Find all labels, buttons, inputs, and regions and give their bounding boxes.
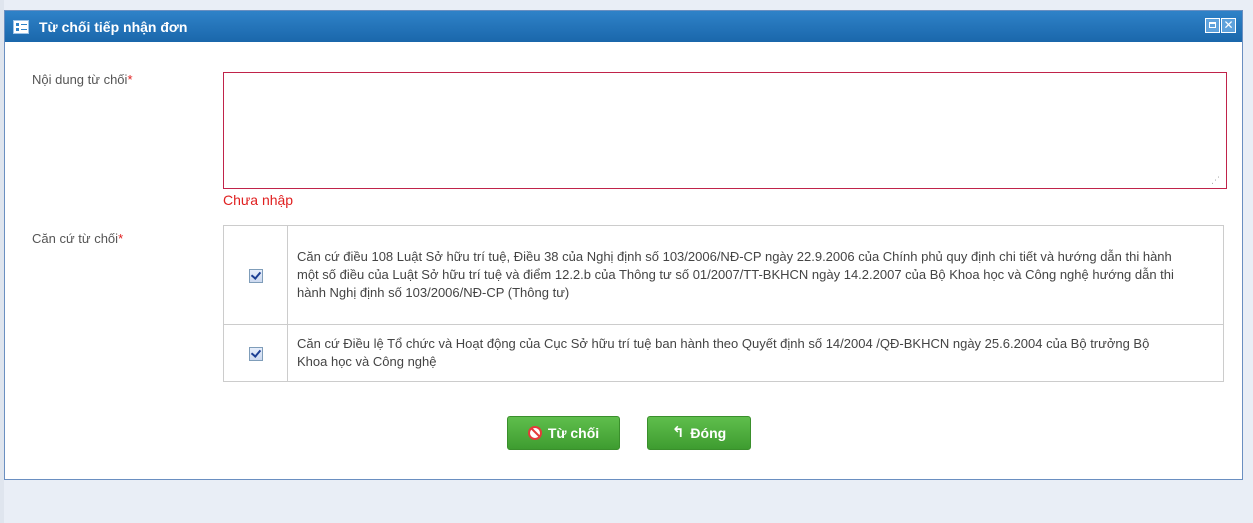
basis-checkbox[interactable] (248, 268, 263, 283)
close-icon[interactable]: ✕ (1221, 18, 1236, 33)
basis-checkbox-cell (223, 225, 288, 325)
close-button[interactable]: ↰ Đóng (647, 416, 751, 450)
reject-dialog: Từ chối tiếp nhận đơn ✕ Nội dung từ chối… (4, 10, 1243, 480)
back-arrow-icon: ↰ (671, 424, 685, 441)
ban-icon (527, 426, 542, 440)
reason-label: Nội dung từ chối (32, 72, 128, 87)
basis-text: Căn cứ Điều lệ Tổ chức và Hoạt động của … (287, 324, 1224, 382)
basis-label-group: Căn cứ từ chối* (32, 231, 123, 246)
form-icon (13, 19, 29, 34)
basis-checkbox[interactable] (248, 346, 263, 361)
basis-text: Căn cứ điều 108 Luật Sở hữu trí tuệ, Điề… (287, 225, 1224, 325)
dialog-body: Nội dung từ chối* ⋰ Chưa nhập Căn cứ từ … (5, 42, 1242, 479)
dialog-titlebar[interactable]: Từ chối tiếp nhận đơn ✕ (5, 11, 1242, 42)
basis-table: Căn cứ điều 108 Luật Sở hữu trí tuệ, Điề… (223, 225, 1224, 382)
required-mark: * (118, 231, 124, 246)
reason-label-group: Nội dung từ chối* (32, 72, 133, 87)
resize-grip-icon[interactable]: ⋰ (1211, 175, 1221, 185)
basis-row: Căn cứ Điều lệ Tổ chức và Hoạt động của … (223, 324, 1224, 382)
basis-checkbox-cell (223, 324, 288, 382)
reject-button-label: Từ chối (547, 425, 600, 441)
reason-textarea[interactable] (223, 72, 1227, 189)
reject-button[interactable]: Từ chối (507, 416, 620, 450)
reason-error-message: Chưa nhập (223, 192, 294, 208)
basis-label: Căn cứ từ chối (32, 231, 119, 246)
required-mark: * (127, 72, 133, 87)
basis-row: Căn cứ điều 108 Luật Sở hữu trí tuệ, Điề… (223, 225, 1224, 325)
dialog-title: Từ chối tiếp nhận đơn (39, 18, 188, 35)
restore-icon[interactable] (1205, 18, 1220, 33)
close-button-label: Đóng (690, 425, 727, 441)
window-controls: ✕ (1205, 18, 1236, 33)
